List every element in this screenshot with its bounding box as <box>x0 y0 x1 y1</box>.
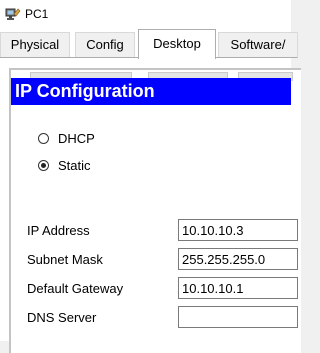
default-gateway-label: Default Gateway <box>27 281 124 296</box>
default-gateway-field[interactable] <box>178 277 298 299</box>
tab-strip: Physical Config Desktop Software/ <box>0 28 298 59</box>
dns-server-label: DNS Server <box>27 310 97 325</box>
title-bar: PC1 <box>0 0 291 28</box>
panel-title: IP Configuration <box>11 78 291 105</box>
subnet-mask-field[interactable] <box>178 248 298 270</box>
tab-software[interactable]: Software/ <box>218 32 298 58</box>
dhcp-option[interactable]: DHCP <box>38 129 95 147</box>
dhcp-label: DHCP <box>58 130 95 146</box>
tab-config[interactable]: Config <box>75 32 135 58</box>
dns-server-field[interactable] <box>178 306 298 328</box>
subnet-mask-label: Subnet Mask <box>27 252 103 267</box>
window-title: PC1 <box>25 7 49 21</box>
tab-physical[interactable]: Physical <box>0 32 70 58</box>
tab-desktop[interactable]: Desktop <box>138 29 216 59</box>
pc-icon <box>5 6 21 22</box>
dhcp-radio[interactable] <box>38 132 49 144</box>
ip-address-field[interactable] <box>178 219 298 241</box>
static-label: Static <box>58 157 91 173</box>
static-option[interactable]: Static <box>38 156 91 174</box>
static-radio[interactable] <box>38 159 49 171</box>
ip-address-label: IP Address <box>27 223 90 238</box>
